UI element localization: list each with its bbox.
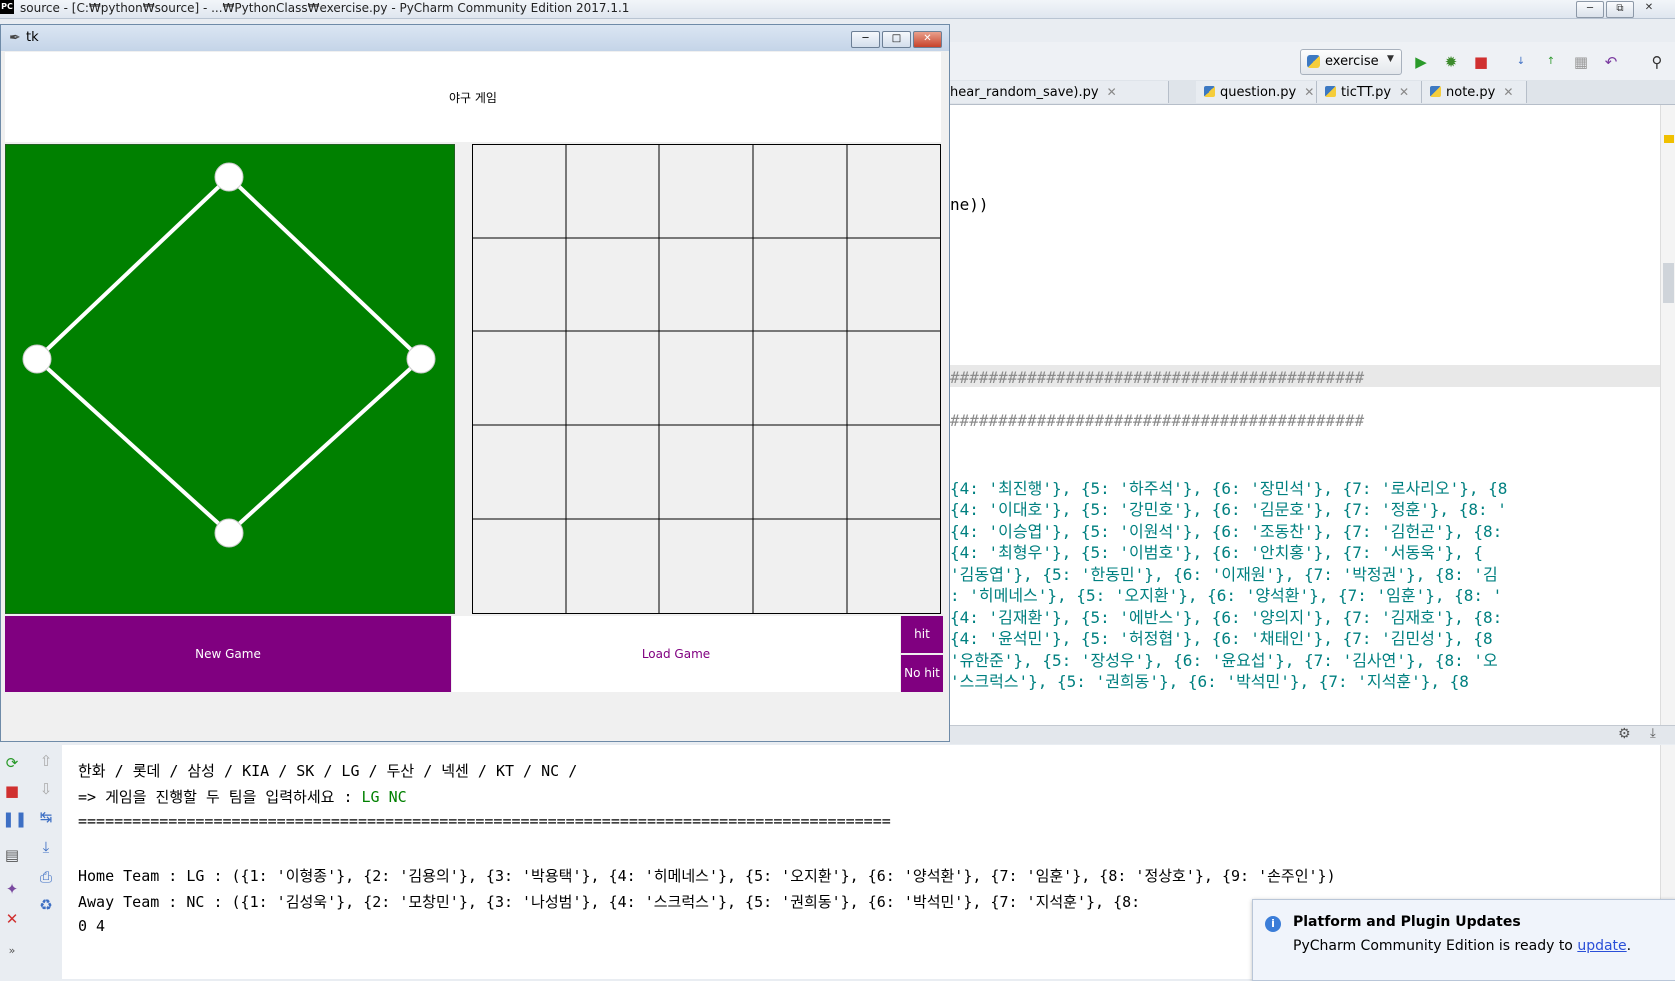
game-title: 야구 게임 — [449, 91, 497, 105]
tab-tictt[interactable]: ticTT.py ✕ — [1317, 81, 1422, 103]
info-icon: i — [1265, 916, 1281, 932]
code-line: {4: '윤석민'}, {5: '허정협'}, {6: '채태인'}, {7: … — [950, 629, 1493, 648]
tab-note[interactable]: note.py ✕ — [1422, 81, 1527, 103]
close-icon[interactable]: ✕ — [1107, 85, 1117, 99]
run-toolbar-secondary: ⇧ ⇩ ↹ ⤓ ⎙ ♻ — [30, 745, 63, 979]
second-base — [214, 162, 244, 192]
rerun-icon[interactable]: ⟳ — [2, 753, 22, 773]
first-base — [406, 344, 436, 374]
console-line: Home Team : LG : ({1: '이형종'}, {2: '김용의'}… — [78, 867, 1336, 885]
game-title-panel: 야구 게임 — [5, 52, 941, 142]
code-line: {4: '최형우'}, {5: '이범호'}, {6: '안치홍'}, {7: … — [950, 543, 1484, 562]
close-icon[interactable]: ✕ — [1304, 85, 1314, 99]
home-plate — [214, 518, 244, 548]
pause-icon[interactable]: ❚❚ — [2, 809, 27, 829]
debug-icon[interactable]: ✹ — [1441, 52, 1461, 72]
tk-minimize-button[interactable]: ─ — [851, 31, 880, 48]
scroll-to-end-icon[interactable]: ⤓ — [36, 837, 56, 857]
code-line: '스크럭스'}, {5: '권희동'}, {6: '박석민'}, {7: '지석… — [950, 672, 1469, 691]
tab-label: note.py — [1446, 85, 1496, 100]
console-line: Away Team : NC : ({1: '김성욱'}, {2: '모창민'}… — [78, 893, 1141, 911]
close-icon[interactable]: ✕ — [1399, 85, 1409, 99]
arrow-down-icon[interactable]: ⇩ — [36, 779, 56, 799]
update-notification[interactable]: i Platform and Plugin Updates PyCharm Co… — [1252, 899, 1675, 981]
python-file-icon — [1204, 86, 1215, 97]
ide-window-title: source - [C:₩python₩source] - ...₩Python… — [20, 1, 630, 15]
gear-icon[interactable]: ⚙ — [1618, 726, 1631, 742]
revert-icon[interactable]: ↶ — [1601, 52, 1621, 72]
notification-text: PyCharm Community Edition is ready to — [1293, 938, 1578, 954]
stop-icon[interactable]: ■ — [2, 781, 22, 801]
ide-restore-button[interactable]: ⧉ — [1606, 1, 1634, 18]
code-line: : '히메네스'}, {5: '오지환'}, {6: '양석환'}, {7: '… — [950, 586, 1503, 605]
baseball-field — [5, 144, 455, 614]
pin-icon[interactable]: ✦ — [2, 879, 22, 899]
console-line: => 게임을 진행할 두 팀을 입력하세요 : LG NC — [78, 786, 407, 807]
update-link[interactable]: update — [1577, 938, 1626, 954]
python-file-icon — [1430, 86, 1441, 97]
close-icon[interactable]: ✕ — [1503, 85, 1513, 99]
load-game-button[interactable]: Load Game — [452, 616, 900, 692]
code-line: ne)) — [950, 195, 989, 214]
ide-title-bar: PC source - [C:₩python₩source] - ...₩Pyt… — [0, 0, 1675, 19]
new-game-button[interactable]: New Game — [5, 616, 451, 692]
ide-minimize-button[interactable]: ─ — [1576, 1, 1604, 18]
hide-panel-icon[interactable]: ⤓ — [1650, 726, 1656, 741]
tk-window: ✒ tk ─ □ ✕ 야구 게임 New Game Load Game hit … — [0, 24, 950, 742]
tab-label: ticTT.py — [1341, 85, 1392, 100]
scrollbar-thumb[interactable] — [1663, 263, 1674, 303]
arrow-up-icon[interactable]: ⇧ — [36, 751, 56, 771]
python-file-icon — [1325, 86, 1336, 97]
run-configuration-label: exercise — [1325, 54, 1379, 69]
tab-question[interactable]: question.py ✕ — [1196, 81, 1317, 103]
clear-all-icon[interactable]: ♻ — [36, 895, 56, 915]
tab-label: hear_random_save).py — [950, 85, 1099, 100]
grid-border — [472, 144, 941, 614]
notification-tail: . — [1626, 938, 1632, 954]
vcs-commit-icon[interactable]: ↑ — [1541, 52, 1561, 72]
notification-body: PyCharm Community Edition is ready to up… — [1293, 938, 1631, 954]
console-line: 0 4 — [78, 917, 106, 935]
run-icon[interactable]: ▶ — [1411, 52, 1431, 72]
print-icon[interactable]: ⎙ — [36, 867, 56, 887]
tk-maximize-button[interactable]: □ — [882, 31, 911, 48]
search-icon[interactable]: ⚲ — [1647, 52, 1667, 72]
tab-label: question.py — [1220, 85, 1297, 100]
notification-title: Platform and Plugin Updates — [1293, 914, 1521, 930]
chevron-down-icon: ▼ — [1387, 54, 1394, 64]
code-line: ########################################… — [950, 368, 1365, 387]
warning-marker[interactable] — [1664, 135, 1674, 143]
code-line: ########################################… — [950, 411, 1365, 430]
tab-hear-random-save[interactable]: hear_random_save).py ✕ — [950, 81, 1169, 103]
tk-title-bar: ✒ tk ─ □ ✕ — [1, 25, 949, 51]
ide-close-button[interactable]: ✕ — [1636, 1, 1662, 16]
vcs-update-icon[interactable]: ↓ — [1511, 52, 1531, 72]
layout-icon[interactable]: ▤ — [2, 845, 22, 865]
feather-icon: ✒ — [9, 30, 21, 46]
console-user-input: LG NC — [361, 788, 407, 806]
third-base — [22, 344, 52, 374]
pycharm-logo-icon: PC — [0, 0, 14, 14]
run-toolbar: ⟳ ■ ❚❚ ▤ ✦ ✕ » — [0, 745, 30, 979]
console-line: ========================================… — [78, 812, 891, 830]
tk-window-title: tk — [26, 30, 39, 45]
no-hit-button[interactable]: No hit — [901, 655, 943, 692]
stop-icon[interactable]: ■ — [1471, 52, 1491, 72]
run-panel-header: ⚙ ⤓ — [950, 725, 1675, 744]
console-prompt: => 게임을 진행할 두 팀을 입력하세요 : — [78, 788, 362, 806]
editor-scrollbar[interactable] — [1660, 105, 1675, 725]
code-line: {4: '이대호'}, {5: '강민호'}, {6: '김문호'}, {7: … — [950, 500, 1507, 519]
code-editor[interactable]: ne)) ###################################… — [950, 105, 1660, 725]
close-icon[interactable]: ✕ — [2, 909, 22, 929]
hit-button[interactable]: hit — [901, 616, 943, 653]
tk-close-button[interactable]: ✕ — [913, 31, 942, 48]
python-file-icon — [1307, 55, 1320, 68]
console-line: 한화 / 롯데 / 삼성 / KIA / SK / LG / 두산 / 넥센 /… — [78, 762, 578, 780]
expand-icon[interactable]: » — [2, 941, 22, 961]
soft-wrap-icon[interactable]: ↹ — [36, 807, 56, 827]
vcs-history-icon[interactable]: ▦ — [1571, 52, 1591, 72]
scoreboard-grid — [472, 144, 941, 614]
run-configuration-select[interactable]: exercise ▼ — [1300, 49, 1402, 75]
